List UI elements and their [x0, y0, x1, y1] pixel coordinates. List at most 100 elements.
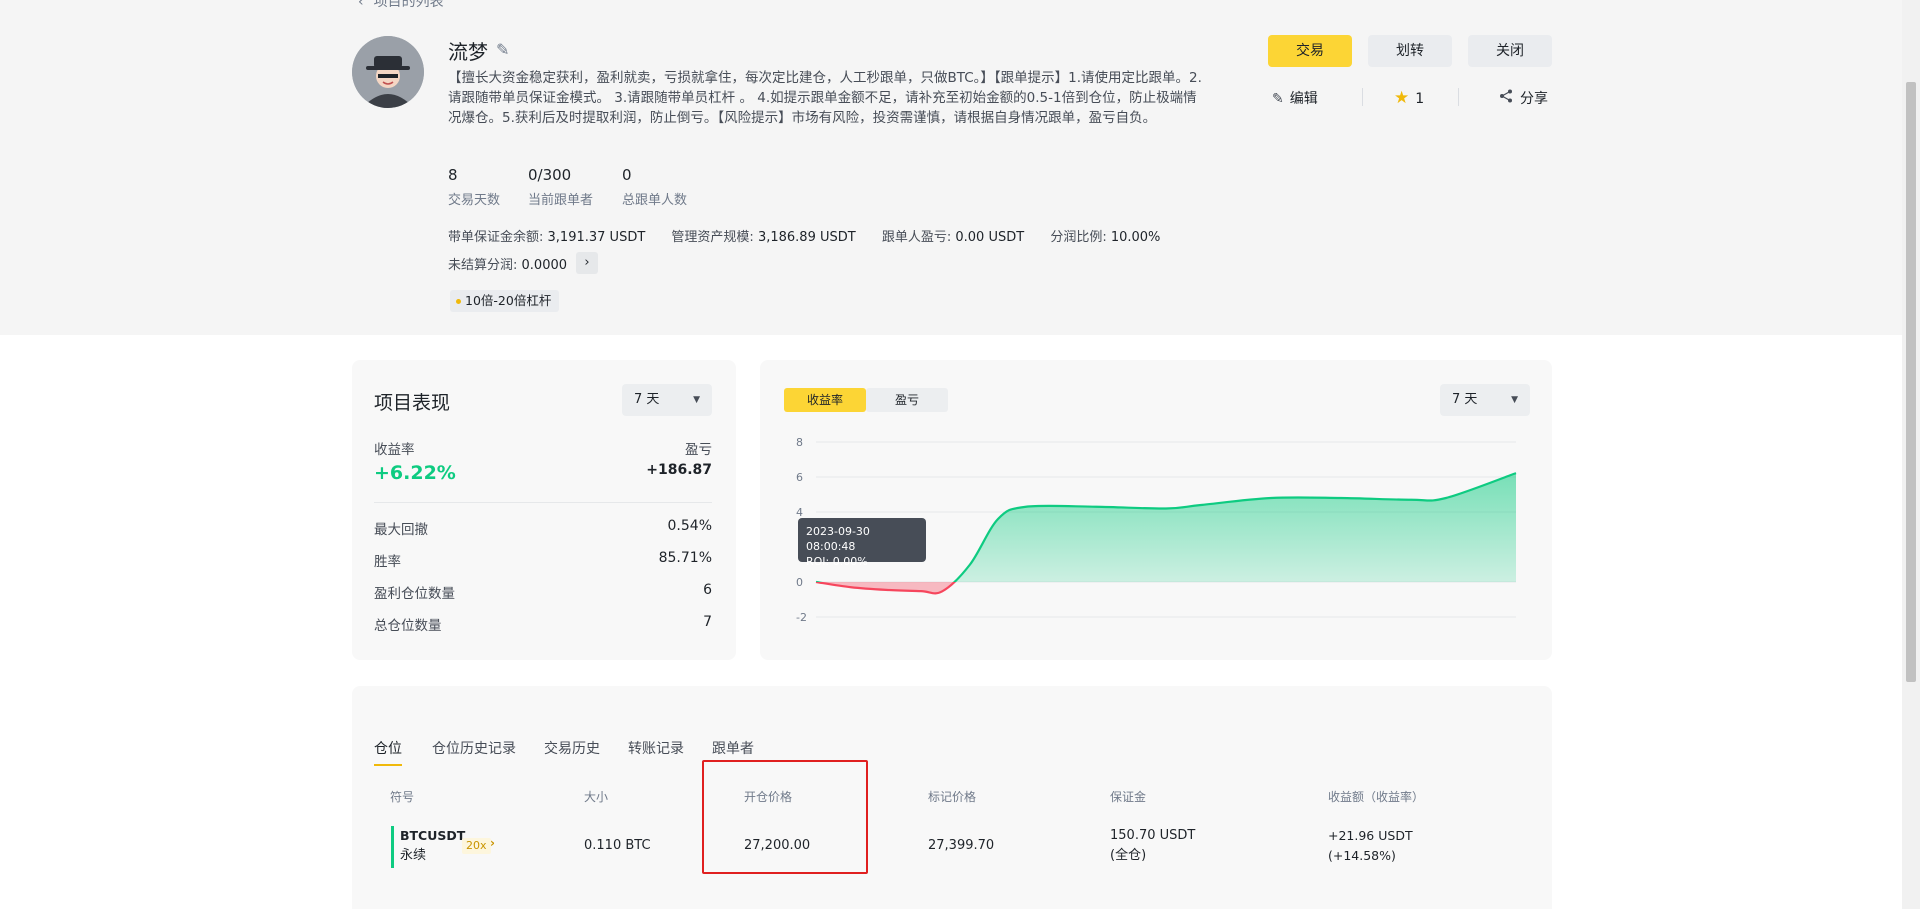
- row-label: 盈利仓位数量: [374, 586, 455, 602]
- chevron-right-icon[interactable]: ›: [490, 836, 495, 850]
- performance-title: 项目表现: [374, 392, 451, 414]
- divider: [374, 502, 712, 503]
- chart-card: 收益率 盈亏 7 天 ▼ 8 6 4 0 -2 2023-09-30 08:00:48 R…: [760, 360, 1552, 660]
- metric-label: 带单保证金余额:: [448, 230, 544, 245]
- pnl-label: 盈亏: [685, 442, 712, 458]
- row-value: 85.71%: [658, 550, 712, 566]
- divider: [1362, 88, 1363, 106]
- margin-value: 150.70 USDT: [1110, 828, 1196, 843]
- chevron-right-icon[interactable]: ›: [576, 252, 598, 274]
- row-label: 胜率: [374, 554, 401, 570]
- metrics-row: 带单保证金余额: 3,191.37 USDT 管理资产规模: 3,186.89 …: [448, 226, 1182, 245]
- favorite-action[interactable]: ★ 1: [1394, 88, 1424, 108]
- share-icon: [1498, 89, 1514, 107]
- trader-description: 【擅长大资金稳定获利，盈利就卖，亏损就拿住，每次定比建仓，人工秒跟单，只做BTC…: [448, 70, 1202, 126]
- positions-card: 仓位 仓位历史记录 交易历史 转账记录 跟单者 符号 大小 开仓价格 标记价格 …: [352, 686, 1552, 909]
- active-tab-indicator: [374, 764, 402, 766]
- mark-price-cell: 27,399.70: [928, 838, 995, 853]
- win-rate-row: 胜率 85.71%: [374, 550, 712, 570]
- stat-label: 交易天数: [448, 193, 501, 208]
- long-indicator: [391, 826, 394, 868]
- stat-label: 当前跟单者: [528, 193, 594, 208]
- tooltip-value: ROI: 0.00%: [806, 555, 868, 568]
- transfer-button[interactable]: 划转: [1368, 35, 1452, 67]
- roi-chart: 8640-2: [796, 436, 1517, 624]
- stat-value: 8: [448, 166, 458, 184]
- edit-action[interactable]: ✎ 编辑: [1272, 88, 1318, 108]
- scrollbar-thumb[interactable]: [1906, 82, 1916, 682]
- metric-value: 0.00 USDT: [955, 230, 1025, 245]
- back-link[interactable]: ‹ 项目的列表: [358, 0, 444, 11]
- stat-trading-days: 8 交易天数: [448, 166, 500, 208]
- star-icon: ★: [1394, 88, 1410, 108]
- column-header: 保证金: [1110, 790, 1147, 804]
- tab-position-history[interactable]: 仓位历史记录: [432, 738, 516, 758]
- roi-label: 收益率: [374, 442, 415, 458]
- unsettled-value: 0.0000: [521, 258, 568, 273]
- back-label: 项目的列表: [373, 0, 444, 10]
- y-tick-label: 8: [796, 436, 803, 449]
- page-scrollbar[interactable]: [1902, 0, 1920, 909]
- stat-label: 总跟单人数: [622, 193, 688, 208]
- divider: [1458, 88, 1459, 106]
- tab-positions[interactable]: 仓位: [374, 738, 402, 758]
- trader-name: 流梦: [448, 40, 488, 64]
- chart-tooltip: 2023-09-30 08:00:48 ROI: 0.00%: [798, 518, 926, 568]
- avatar: [352, 36, 424, 108]
- column-header: 符号: [390, 790, 415, 804]
- tooltip-time: 2023-09-30 08:00:48: [806, 525, 870, 553]
- metric-value: 3,186.89 USDT: [757, 230, 856, 245]
- row-value: 0.54%: [667, 518, 712, 534]
- chevron-left-icon: ‹: [358, 0, 364, 10]
- tab-trade-history[interactable]: 交易历史: [544, 738, 600, 758]
- row-label: 最大回撤: [374, 522, 428, 538]
- row-value: 6: [703, 582, 712, 598]
- row-label: 总仓位数量: [374, 618, 442, 634]
- leverage-tag: 10倍-20倍杠杆: [450, 290, 560, 312]
- y-tick-label: 6: [796, 471, 803, 484]
- trade-button[interactable]: 交易: [1268, 35, 1352, 67]
- share-label: 分享: [1520, 91, 1548, 107]
- pnl-value: +186.87: [646, 462, 712, 478]
- dot-icon: [456, 299, 461, 304]
- column-header: 收益额（收益率）: [1328, 790, 1425, 804]
- stat-value: 0/300: [528, 166, 572, 184]
- period-value: 7 天: [634, 392, 660, 407]
- contract-type: 永续: [400, 848, 427, 863]
- margin-cell: 150.70 USDT (全仓): [1110, 826, 1195, 866]
- roi-value: +6.22%: [374, 462, 456, 484]
- stat-current-followers: 0/300 当前跟单者: [528, 166, 593, 208]
- leverage-badge: 20x: [462, 838, 491, 854]
- metric-label: 管理资产规模:: [671, 230, 754, 245]
- column-header: 标记价格: [928, 790, 977, 804]
- stat-total-followers: 0 总跟单人数: [622, 166, 687, 208]
- size-cell: 0.110 BTC: [584, 838, 651, 853]
- edit-icon: ✎: [1272, 91, 1284, 107]
- y-tick-label: -2: [796, 611, 807, 624]
- row-value: 7: [703, 614, 712, 630]
- pnl-cell: +21.96 USDT (+14.58%): [1328, 826, 1413, 866]
- winning-positions-row: 盈利仓位数量 6: [374, 582, 712, 602]
- share-action[interactable]: 分享: [1498, 88, 1548, 108]
- margin-mode: (全仓): [1110, 848, 1147, 863]
- metric-value: 3,191.37 USDT: [547, 230, 646, 245]
- performance-card: 项目表现 7 天 ▼ 收益率 盈亏 +6.22% +186.87 最大回撤 0.54…: [352, 360, 736, 660]
- tab-followers[interactable]: 跟单者: [712, 738, 754, 758]
- stat-value: 0: [622, 166, 632, 184]
- period-select[interactable]: 7 天 ▼: [622, 384, 712, 416]
- close-button[interactable]: 关闭: [1468, 35, 1552, 67]
- symbol: BTCUSDT: [400, 828, 466, 843]
- pnl-value: +21.96 USDT: [1328, 828, 1413, 843]
- total-positions-row: 总仓位数量 7: [374, 614, 712, 634]
- tab-transfer-records[interactable]: 转账记录: [628, 738, 684, 758]
- caret-down-icon: ▼: [693, 395, 700, 405]
- metric-label: 分润比例:: [1050, 230, 1107, 245]
- highlight-box: [702, 760, 868, 874]
- metric-label: 跟单人盈亏:: [881, 230, 952, 245]
- metric-value: 10.00%: [1110, 230, 1161, 245]
- edit-name-icon[interactable]: ✎: [496, 40, 509, 59]
- max-drawdown-row: 最大回撤 0.54%: [374, 518, 712, 538]
- symbol-cell[interactable]: BTCUSDT 永续: [400, 826, 465, 866]
- roi-label-row: 收益率 盈亏: [374, 438, 712, 458]
- unsettled-profit: 未结算分润: 0.0000: [448, 254, 567, 273]
